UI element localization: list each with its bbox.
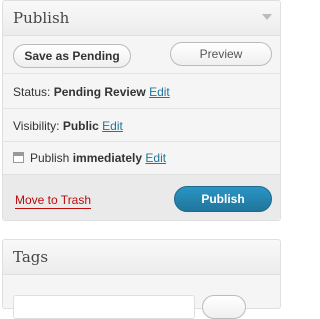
add-tag-button[interactable] xyxy=(202,295,246,319)
status-row: Status: Pending Review Edit xyxy=(13,85,170,99)
visibility-row: Visibility: Public Edit xyxy=(13,119,123,133)
move-to-trash-link[interactable]: Move to Trash xyxy=(15,193,92,209)
publish-button[interactable]: Publish xyxy=(174,186,272,212)
status-label: Status: xyxy=(13,85,51,99)
tags-panel: Tags xyxy=(2,239,281,319)
major-publishing-actions: Move to Trash Publish xyxy=(3,174,280,220)
divider xyxy=(3,141,280,142)
tag-input[interactable] xyxy=(13,295,195,319)
status-edit-link[interactable]: Edit xyxy=(149,85,170,99)
visibility-label: Visibility: xyxy=(13,119,60,133)
publish-panel: Publish Save as Pending Preview Status: … xyxy=(2,0,281,221)
visibility-value: Public xyxy=(62,119,99,133)
publish-panel-header[interactable]: Publish xyxy=(3,1,280,36)
visibility-edit-link[interactable]: Edit xyxy=(102,119,123,133)
divider xyxy=(3,108,280,109)
divider xyxy=(3,73,280,74)
schedule-row: Publish immediately Edit xyxy=(13,151,166,165)
schedule-label: Publish xyxy=(30,151,70,165)
preview-button[interactable]: Preview xyxy=(170,42,272,66)
calendar-icon xyxy=(13,152,24,163)
chevron-down-icon[interactable] xyxy=(262,14,272,20)
tags-panel-header[interactable]: Tags xyxy=(3,240,280,275)
publish-panel-title: Publish xyxy=(13,9,70,27)
schedule-edit-link[interactable]: Edit xyxy=(145,151,166,165)
schedule-value: immediately xyxy=(72,151,143,165)
tags-panel-title: Tags xyxy=(13,248,49,266)
status-value: Pending Review xyxy=(53,85,146,99)
save-as-pending-button[interactable]: Save as Pending xyxy=(13,44,131,68)
